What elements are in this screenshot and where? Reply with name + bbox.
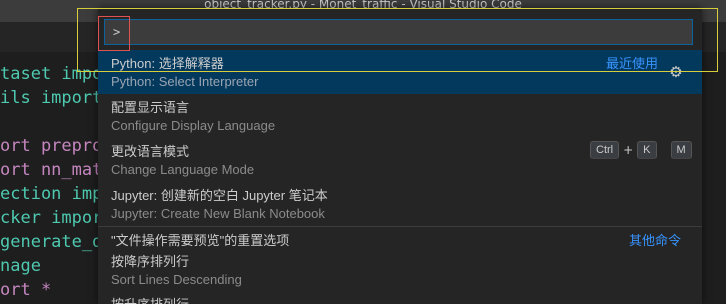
code-line: taset impo xyxy=(0,64,103,84)
command-input[interactable] xyxy=(105,20,692,44)
key-ctrl: Ctrl xyxy=(590,141,620,159)
command-detail: Sort Lines Descending xyxy=(111,272,242,287)
other-commands-tag: 其他命令 xyxy=(629,233,682,248)
command-label: "文件操作需要预览"的重置选项 xyxy=(111,233,290,248)
command-label: 更改语言模式 xyxy=(111,144,190,159)
key-plus: + xyxy=(623,143,634,157)
command-label: 按升序排列行 xyxy=(111,294,189,304)
code-line: ort nn_mat xyxy=(0,160,103,180)
key-k: K xyxy=(637,141,657,159)
command-label: Jupyter: 创建新的空白 Jupyter 笔记本 xyxy=(111,188,328,203)
recently-used-tag: 最近使用 xyxy=(606,56,659,71)
command-label: Python: 选择解释器 xyxy=(111,56,224,71)
keybinding: Ctrl + K M xyxy=(590,141,692,159)
command-item-configure-display-language[interactable]: 配置显示语言 Configure Display Language xyxy=(98,94,702,138)
command-detail: Python: Select Interpreter xyxy=(111,74,259,89)
command-detail: Change Language Mode xyxy=(111,162,255,177)
command-item-select-interpreter[interactable]: Python: 选择解释器 Python: Select Interpreter… xyxy=(98,50,702,94)
command-label: 配置显示语言 xyxy=(111,100,190,115)
command-item-create-jupyter-notebook[interactable]: Jupyter: 创建新的空白 Jupyter 笔记本 Jupyter: Cre… xyxy=(98,182,702,226)
command-input-box[interactable] xyxy=(104,19,693,45)
command-detail: Configure Display Language xyxy=(111,118,276,133)
code-line: generate_d xyxy=(0,232,103,252)
key-m: M xyxy=(670,141,692,159)
command-item-reset-preview-option[interactable]: "文件操作需要预览"的重置选项 其他命令 xyxy=(98,227,702,249)
gear-icon[interactable]: ⚙ xyxy=(668,64,684,80)
code-line: ection imp xyxy=(0,184,103,204)
code-line: cker impor xyxy=(0,208,103,228)
code-line: ils import xyxy=(0,88,103,108)
code-line: ort * xyxy=(0,280,52,300)
code-line: nage xyxy=(0,256,41,276)
command-detail: Jupyter: Create New Blank Notebook xyxy=(111,206,325,221)
command-label: 按降序排列行 xyxy=(111,254,190,269)
command-item-sort-lines-ascending[interactable]: 按升序排列行 xyxy=(98,291,702,304)
command-item-sort-lines-descending[interactable]: 按降序排列行 Sort Lines Descending xyxy=(98,249,702,291)
code-line: ort prepro xyxy=(0,136,103,156)
